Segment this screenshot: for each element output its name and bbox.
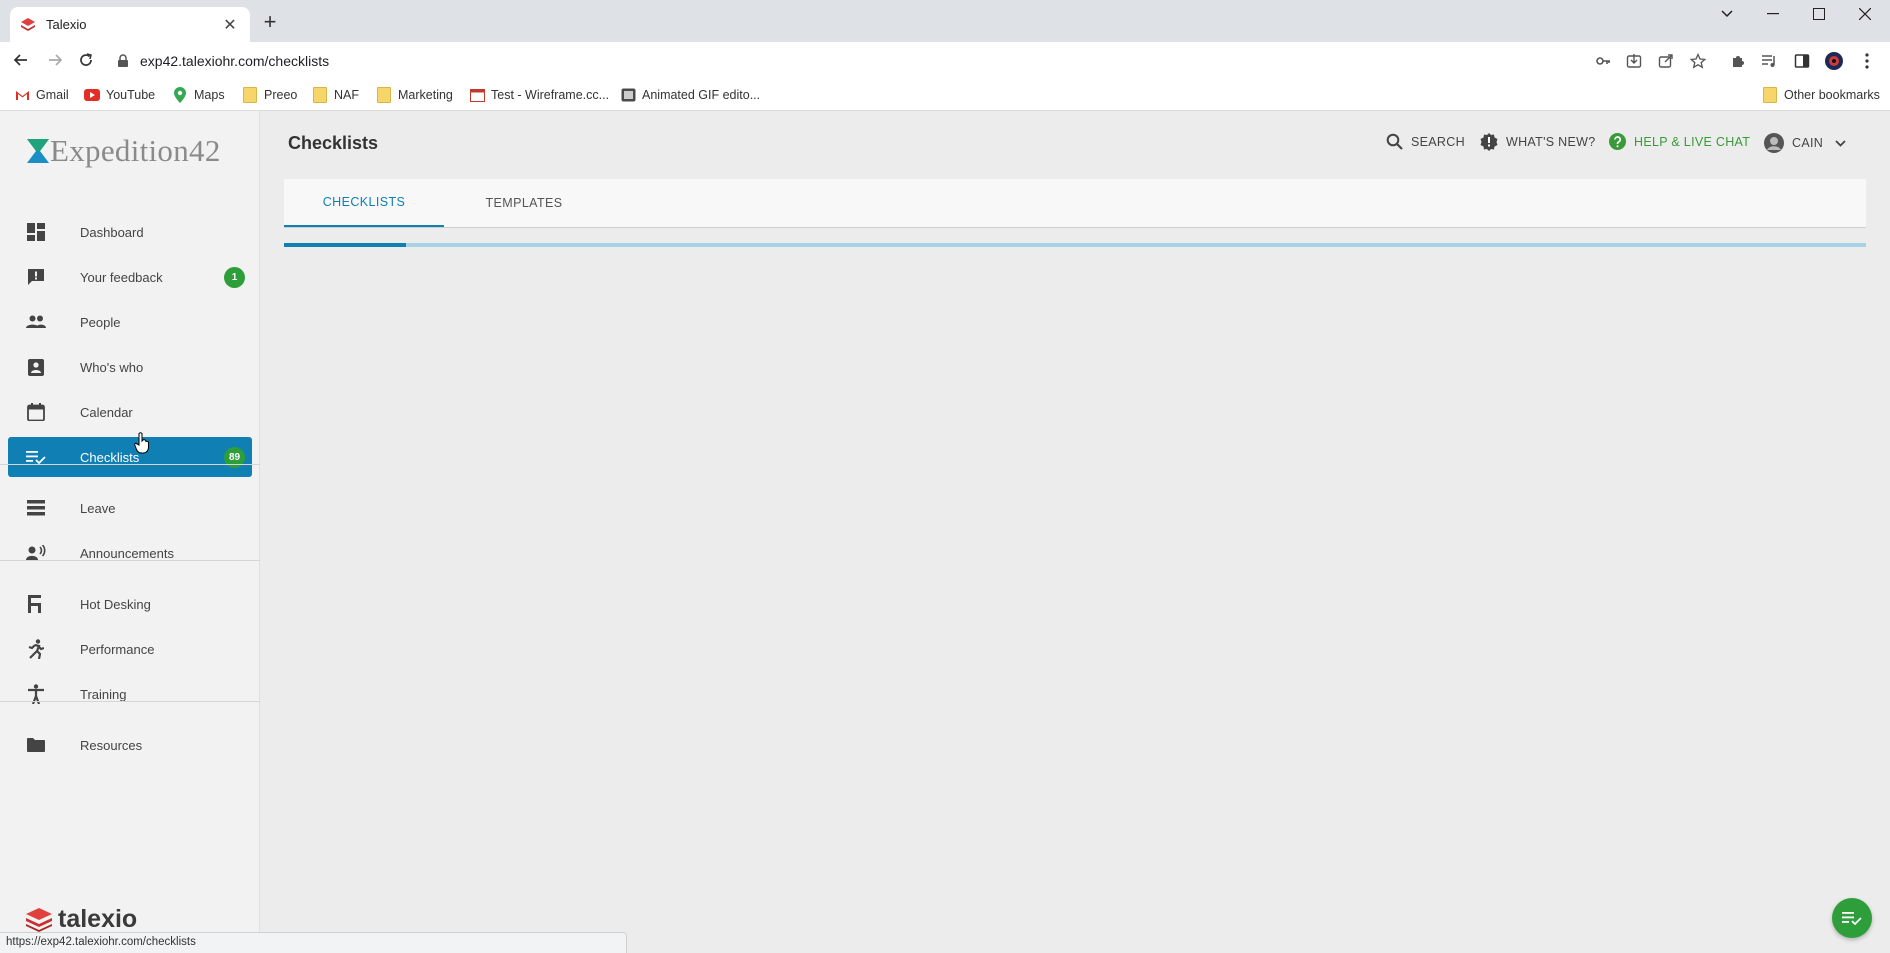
forward-button[interactable] — [43, 48, 67, 72]
browser-toolbar: exp42.talexiohr.com/checklists — [0, 42, 1890, 79]
sidebar-divider — [0, 701, 260, 702]
loading-progress-bar — [284, 243, 1866, 247]
expedition42-logo-icon — [27, 139, 49, 163]
maximize-button[interactable] — [1796, 0, 1842, 28]
browser-menu-icon[interactable] — [1857, 51, 1877, 71]
youtube-icon — [84, 87, 100, 103]
loading-progress-fill — [284, 243, 406, 247]
browser-tab[interactable]: Talexio ✕ — [10, 7, 250, 42]
sidebar-item-leave[interactable]: Leave — [8, 488, 252, 528]
install-app-icon[interactable] — [1624, 51, 1644, 71]
close-window-button[interactable] — [1842, 0, 1888, 28]
minimize-button[interactable] — [1750, 0, 1796, 28]
extensions-puzzle-icon[interactable] — [1728, 51, 1748, 71]
sidebar-item-announcements[interactable]: Announcements — [8, 533, 252, 573]
checklist-fab-button[interactable] — [1832, 898, 1872, 938]
help-live-chat-button[interactable]: HELP & LIVE CHAT — [1609, 133, 1750, 150]
sidebar-item-people[interactable]: People — [8, 302, 252, 342]
sidebar-item-your-feedback[interactable]: Your feedback 1 — [8, 257, 252, 297]
tab-search-icon[interactable] — [1704, 0, 1750, 28]
talexio-logo: talexio — [26, 905, 137, 934]
sidebar-item-hot-desking[interactable]: Hot Desking — [8, 584, 252, 624]
hot-desk-icon — [25, 593, 47, 615]
checklists-tabs: CHECKLISTS TEMPLATES — [284, 179, 1866, 228]
search-button[interactable]: SEARCH — [1386, 133, 1465, 150]
forward-arrow-icon — [49, 54, 63, 66]
bookmark-wireframe[interactable]: Test - Wireframe.cc... — [469, 86, 609, 104]
gif-editor-icon — [620, 87, 636, 103]
bookmark-preeo[interactable]: Preeo — [242, 86, 297, 104]
sidebar-item-calendar[interactable]: Calendar — [8, 392, 252, 432]
bookmarks-bar: Gmail YouTube Maps Preeo NAF Marketing T… — [0, 79, 1890, 111]
other-bookmarks[interactable]: Other bookmarks — [1762, 86, 1880, 104]
people-icon — [25, 311, 47, 333]
back-button[interactable] — [9, 48, 33, 72]
search-icon — [1386, 133, 1403, 150]
tab-checklists[interactable]: CHECKLISTS — [284, 179, 444, 227]
sidebar-item-training[interactable]: Training — [8, 674, 252, 714]
folder-icon — [376, 87, 392, 103]
bookmark-gmail[interactable]: Gmail — [14, 86, 69, 104]
lock-icon — [118, 53, 128, 67]
close-tab-icon[interactable]: ✕ — [220, 15, 240, 35]
new-tab-button[interactable]: + — [258, 11, 282, 35]
browser-tabstrip: Talexio ✕ + — [0, 0, 1890, 42]
sidebar-item-whos-who[interactable]: Who's who — [8, 347, 252, 387]
bookmark-marketing[interactable]: Marketing — [376, 86, 453, 104]
talexio-favicon-icon — [21, 17, 35, 31]
status-bar-url: https://exp42.talexiohr.com/checklists — [0, 932, 627, 953]
folder-icon — [242, 87, 258, 103]
feedback-count-badge: 1 — [224, 266, 245, 288]
password-key-icon[interactable] — [1593, 51, 1613, 71]
sidebar-item-performance[interactable]: Performance — [8, 629, 252, 669]
url-text: exp42.talexiohr.com/checklists — [140, 52, 330, 69]
announcement-badge-icon — [1480, 133, 1498, 151]
main-content: Checklists SEARCH WHAT'S NEW? HELP & LIV… — [260, 111, 1890, 953]
whats-new-button[interactable]: WHAT'S NEW? — [1480, 133, 1595, 151]
contact-card-icon — [25, 356, 47, 378]
wireframe-icon — [469, 87, 485, 103]
sidebar-divider — [0, 560, 260, 561]
tab-title: Talexio — [46, 17, 87, 32]
hand-cursor-icon — [134, 432, 149, 454]
calendar-icon — [25, 401, 47, 423]
logo-text: Expedition42 — [50, 133, 221, 168]
tab-templates[interactable]: TEMPLATES — [444, 179, 604, 227]
checklist-icon — [1842, 912, 1862, 925]
bookmark-star-icon[interactable] — [1688, 51, 1708, 71]
talexio-logo-icon — [26, 907, 52, 932]
profile-avatar-icon[interactable] — [1824, 51, 1844, 71]
gmail-icon — [14, 87, 30, 103]
sidebar: Expedition42 Dashboard Your feedback 1 P… — [0, 111, 260, 953]
sidebar-divider — [0, 464, 260, 465]
maps-pin-icon — [172, 87, 188, 103]
bookmark-youtube[interactable]: YouTube — [84, 86, 155, 104]
chevron-down-icon — [1835, 139, 1846, 147]
feedback-icon — [25, 266, 47, 288]
user-menu[interactable]: CAIN — [1764, 133, 1846, 153]
folder-icon — [1762, 87, 1778, 103]
bookmark-maps[interactable]: Maps — [172, 86, 225, 104]
bookmark-gif-editor[interactable]: Animated GIF edito... — [620, 86, 760, 104]
media-control-icon[interactable] — [1759, 51, 1779, 71]
leave-icon — [25, 497, 47, 519]
help-icon — [1609, 133, 1626, 150]
dashboard-icon — [25, 221, 47, 243]
folder-icon — [312, 87, 328, 103]
sidebar-item-checklists[interactable]: Checklists 89 — [8, 437, 252, 477]
reload-icon — [80, 53, 92, 66]
bookmark-naf[interactable]: NAF — [312, 86, 359, 104]
address-bar[interactable]: exp42.talexiohr.com/checklists — [116, 46, 1556, 75]
page-title: Checklists — [288, 133, 379, 153]
share-icon[interactable] — [1656, 51, 1676, 71]
sidebar-item-dashboard[interactable]: Dashboard — [8, 212, 252, 252]
folder-icon — [25, 734, 47, 756]
side-panel-icon[interactable] — [1792, 51, 1812, 71]
performance-icon — [25, 638, 47, 660]
reload-button[interactable] — [74, 48, 98, 72]
expedition42-logo[interactable]: Expedition42 — [26, 133, 221, 169]
user-avatar — [1764, 133, 1784, 153]
sidebar-item-resources[interactable]: Resources — [8, 725, 252, 765]
back-arrow-icon — [13, 54, 27, 66]
